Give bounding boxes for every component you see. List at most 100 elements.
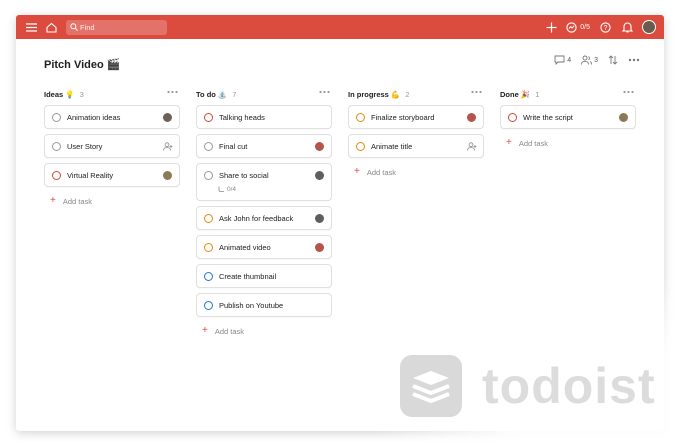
subtask-icon [218, 186, 224, 192]
assignee-avatar[interactable] [163, 113, 172, 122]
add-task-button[interactable]: + Add task [44, 192, 180, 210]
assign-person-icon[interactable] [163, 142, 173, 151]
comment-icon [554, 55, 565, 65]
assignee-avatar[interactable] [315, 214, 324, 223]
task-checkbox[interactable] [508, 112, 517, 122]
user-avatar[interactable] [642, 20, 656, 34]
assignee-avatar[interactable] [315, 243, 324, 252]
task-checkbox[interactable] [356, 112, 365, 122]
search-box [66, 19, 167, 35]
column-header: To do ⛲ 7 [196, 87, 332, 101]
task-checkbox[interactable] [52, 141, 61, 151]
column-header: Ideas 💡 3 [44, 87, 180, 101]
quick-add-icon[interactable] [544, 20, 558, 34]
more-dots-icon[interactable] [471, 90, 482, 94]
task-card[interactable]: Share to social 0/4 [196, 163, 332, 201]
task-title: Animation ideas [67, 112, 121, 122]
task-card[interactable]: Animate title [348, 134, 484, 158]
column-count: 2 [405, 89, 410, 99]
productivity-button[interactable]: 0/5 [566, 21, 590, 33]
add-task-label: Add task [518, 138, 549, 148]
task-card[interactable]: Write the script [500, 105, 636, 129]
search-icon [70, 23, 78, 31]
board: Ideas 💡 3 Animation ideas User Story Vir… [44, 87, 636, 340]
comments-button[interactable]: 4 [554, 55, 571, 65]
brand-name: todoist [482, 358, 656, 414]
task-title: User Story [67, 141, 103, 151]
add-task-label: Add task [366, 167, 397, 177]
board-column-in-progress: In progress 💪 2 Finalize storyboard Anim… [348, 87, 484, 340]
add-task-button[interactable]: + Add task [500, 134, 636, 152]
task-card[interactable]: Create thumbnail [196, 264, 332, 288]
top-bar: 0/5 ? [16, 15, 664, 39]
task-card[interactable]: Finalize storyboard [348, 105, 484, 129]
column-header: In progress 💪 2 [348, 87, 484, 101]
assignee-avatar[interactable] [315, 142, 324, 151]
plus-icon: + [202, 325, 208, 336]
task-checkbox[interactable] [204, 271, 213, 281]
assignee-avatar[interactable] [467, 113, 476, 122]
add-task-label: Add task [62, 196, 93, 206]
share-button[interactable]: 3 [581, 55, 598, 65]
more-dots-icon[interactable] [319, 90, 330, 94]
productivity-icon [566, 21, 577, 33]
page-title: Pitch Video 🎬 [44, 58, 121, 71]
task-checkbox[interactable] [204, 242, 213, 252]
task-checkbox[interactable] [204, 300, 213, 310]
task-card[interactable]: Final cut [196, 134, 332, 158]
task-title: Virtual Reality [67, 170, 114, 180]
task-checkbox[interactable] [204, 141, 213, 151]
task-checkbox[interactable] [204, 213, 213, 223]
task-title: Talking heads [219, 112, 265, 122]
menu-icon[interactable] [24, 20, 38, 34]
help-icon[interactable]: ? [598, 20, 612, 34]
add-task-label: Add task [214, 326, 245, 336]
task-card[interactable]: Ask John for feedback [196, 206, 332, 230]
column-header: Done 🎉 1 [500, 87, 636, 101]
task-title: Publish on Youtube [219, 300, 284, 310]
column-count: 3 [79, 89, 84, 99]
more-dots-icon[interactable] [623, 90, 634, 94]
task-card[interactable]: Animation ideas [44, 105, 180, 129]
board-column-done: Done 🎉 1 Write the script + Add task [500, 87, 636, 340]
add-task-button[interactable]: + Add task [348, 163, 484, 181]
subtask-progress: 0/4 [218, 186, 236, 193]
more-dots-icon[interactable] [167, 90, 178, 94]
search-input[interactable] [80, 22, 160, 32]
task-checkbox[interactable] [52, 170, 61, 180]
task-title: Share to social [219, 171, 269, 180]
assignee-avatar[interactable] [315, 171, 324, 180]
task-checkbox[interactable] [52, 112, 61, 122]
task-title: Ask John for feedback [219, 213, 294, 223]
column-title: Ideas 💡 [44, 89, 75, 99]
plus-icon: + [506, 137, 512, 148]
task-title: Write the script [523, 112, 573, 122]
more-options-button[interactable] [628, 58, 640, 62]
assign-person-icon[interactable] [467, 142, 477, 151]
home-icon[interactable] [44, 20, 58, 34]
column-title: In progress 💪 [348, 89, 401, 99]
task-card[interactable]: User Story [44, 134, 180, 158]
add-task-button[interactable]: + Add task [196, 322, 332, 340]
board-column-to-do: To do ⛲ 7 Talking heads Final cut Share … [196, 87, 332, 340]
task-card[interactable]: Publish on Youtube [196, 293, 332, 317]
assignee-avatar[interactable] [619, 113, 628, 122]
task-card[interactable]: Animated video [196, 235, 332, 259]
column-count: 7 [232, 89, 237, 99]
comments-count: 4 [567, 56, 572, 64]
assignee-avatar[interactable] [163, 171, 172, 180]
notifications-bell-icon[interactable] [620, 20, 634, 34]
task-checkbox[interactable] [356, 141, 365, 151]
task-card[interactable]: Talking heads [196, 105, 332, 129]
column-title: Done 🎉 [500, 89, 531, 99]
subtask-count: 0/4 [227, 186, 237, 193]
task-checkbox[interactable] [204, 171, 213, 180]
task-checkbox[interactable] [204, 112, 213, 122]
column-count: 1 [535, 89, 540, 99]
task-card[interactable]: Virtual Reality [44, 163, 180, 187]
more-dots-icon [628, 58, 640, 62]
svg-text:?: ? [603, 25, 607, 32]
sort-button[interactable] [608, 55, 618, 65]
members-count: 3 [594, 56, 598, 64]
sort-icon [608, 55, 618, 65]
